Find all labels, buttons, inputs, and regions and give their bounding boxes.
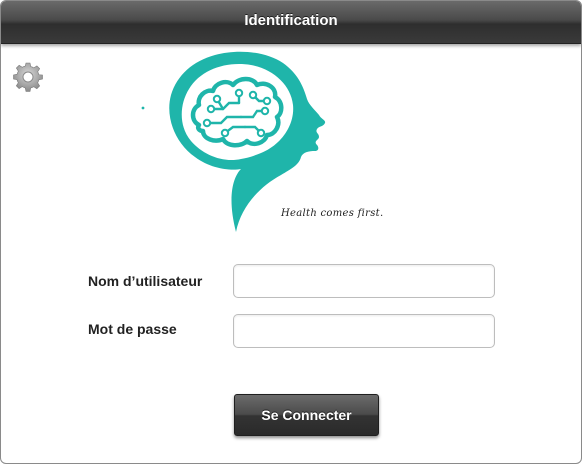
username-label: Nom d’utilisateur	[88, 273, 203, 289]
title-bar: Identification	[1, 1, 581, 44]
logo-tagline: Health comes first.	[281, 208, 384, 219]
password-label: Mot de passe	[88, 321, 177, 337]
window-title: Identification	[244, 12, 338, 29]
gear-icon[interactable]	[12, 61, 44, 93]
username-field[interactable]	[233, 264, 495, 298]
login-window: Identification Health comes first. Nom d…	[0, 0, 582, 464]
login-button[interactable]: Se Connecter	[234, 394, 379, 436]
password-field[interactable]	[233, 314, 495, 348]
